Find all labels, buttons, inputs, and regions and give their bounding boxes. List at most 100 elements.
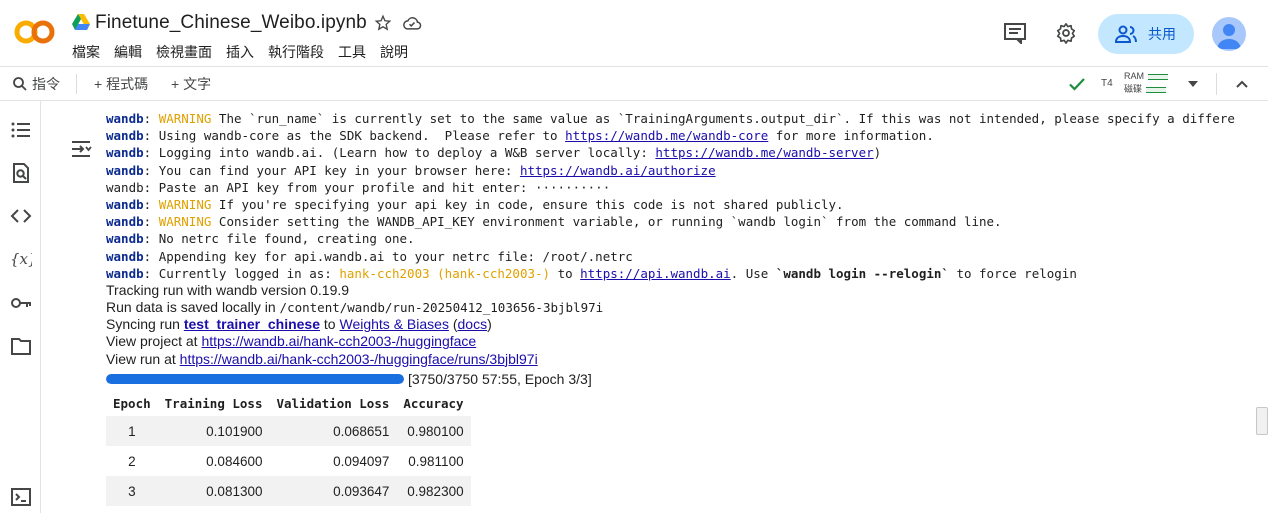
wandb-core-link[interactable]: https://wandb.me/wandb-core (565, 128, 768, 143)
log-line: wandb: Using wandb-core as the SDK backe… (106, 128, 934, 144)
metrics-table: Epoch Training Loss Validation Loss Accu… (106, 390, 471, 506)
scrollbar-thumb[interactable] (1256, 407, 1268, 435)
ram-usage-bar (1148, 73, 1168, 80)
terminal-icon[interactable] (10, 486, 32, 508)
log-line: wandb: You can find your API key in your… (106, 162, 716, 178)
folder-icon[interactable] (10, 335, 32, 357)
menu-insert[interactable]: 插入 (226, 42, 254, 62)
api-wandb-link[interactable]: https://api.wandb.ai (580, 266, 731, 281)
add-code-button[interactable]: + 程式碼 (94, 74, 148, 94)
log-line: wandb: Logging into wandb.ai. (Learn how… (106, 145, 882, 161)
chevron-up-icon[interactable] (1235, 77, 1249, 91)
progress-bar (106, 373, 404, 384)
left-sidebar: {x} (0, 101, 41, 513)
disk-usage-bar (1146, 86, 1167, 93)
command-palette-button[interactable]: 指令 (12, 74, 60, 94)
svg-text:{x}: {x} (10, 250, 32, 268)
search-icon (13, 77, 27, 91)
run-data-line: Run data is saved locally in /content/wa… (106, 299, 604, 316)
project-link[interactable]: https://wandb.ai/hank-cch2003-/huggingfa… (201, 333, 476, 349)
menu-tools[interactable]: 工具 (338, 42, 366, 62)
menu-runtime[interactable]: 執行階段 (268, 42, 324, 62)
command-label: 指令 (32, 76, 60, 92)
header-training-loss: Training Loss (164, 395, 263, 411)
log-line: wandb: Paste an API key from your profil… (106, 179, 611, 195)
find-icon[interactable] (10, 162, 32, 184)
comment-icon[interactable] (1003, 22, 1027, 44)
header-accuracy: Accuracy (403, 395, 464, 411)
table-of-contents-icon[interactable] (10, 119, 32, 141)
header-epoch: Epoch (113, 395, 151, 411)
add-text-button[interactable]: + 文字 (171, 74, 211, 94)
ram-label: RAM (1124, 71, 1144, 81)
run-link[interactable]: https://wandb.ai/hank-cch2003-/huggingfa… (180, 351, 538, 367)
menu-bar: 檔案 編輯 檢視畫面 插入 執行階段 工具 說明 (72, 42, 408, 62)
run-name-link[interactable]: test_trainer_chinese (184, 316, 320, 332)
log-line: wandb: WARNING Consider setting the WAND… (106, 214, 1002, 230)
gear-icon[interactable] (1055, 22, 1077, 44)
share-label: 共用 (1148, 26, 1176, 42)
cell-accuracy: 0.980100 (396, 416, 471, 446)
code-snippets-icon[interactable] (10, 205, 32, 227)
cell-validation-loss: 0.068651 (269, 416, 397, 446)
log-line: wandb: No netrc file found, creating one… (106, 231, 415, 247)
disk-label: 磁碟 (1124, 84, 1143, 94)
runtime-type[interactable]: T4 (1101, 78, 1113, 89)
log-line: wandb: WARNING If you're specifying your… (106, 196, 844, 212)
table-row: 2 0.084600 0.094097 0.981100 (106, 446, 471, 476)
share-button[interactable]: 共用 (1098, 14, 1194, 54)
training-progress: [3750/3750 57:55, Epoch 3/3] (106, 370, 592, 387)
notebook-toolbar: 指令 + 程式碼 + 文字 T4 RAM 磁碟 (0, 66, 1268, 101)
google-drive-icon (72, 14, 90, 30)
cell-accuracy: 0.981100 (408, 453, 464, 469)
avatar[interactable] (1212, 17, 1246, 51)
table-row: 1 0.101900 0.068651 0.980100 (106, 416, 471, 446)
view-run-line: View run at https://wandb.ai/hank-cch200… (106, 350, 538, 367)
resource-monitor[interactable]: RAM 磁碟 (1124, 70, 1174, 98)
cell-accuracy: 0.982300 (396, 476, 471, 506)
app-header: Finetune_Chinese_Weibo.ipynb 檔案 編輯 檢視畫面 … (0, 0, 1268, 66)
secrets-key-icon[interactable] (10, 292, 32, 314)
output-collapse-icon[interactable] (70, 139, 92, 159)
log-line: wandb: WARNING The `run_name` is current… (106, 111, 1235, 126)
cell-training-loss: 0.084600 (206, 453, 263, 469)
toolbar-divider (76, 74, 77, 94)
log-line: wandb: Appending key for api.wandb.ai to… (106, 248, 633, 264)
cell-validation-loss: 0.093647 (269, 476, 397, 506)
menu-file[interactable]: 檔案 (72, 42, 100, 62)
menu-edit[interactable]: 編輯 (114, 42, 142, 62)
cell-validation-loss: 0.094097 (333, 453, 390, 469)
syncing-line: Syncing run test_trainer_chinese to Weig… (106, 316, 492, 333)
docs-link[interactable]: docs (458, 316, 488, 332)
variables-icon[interactable]: {x} (10, 248, 32, 270)
wandb-server-link[interactable]: https://wandb.me/wandb-server (655, 145, 873, 160)
cloud-saved-icon[interactable] (402, 14, 422, 32)
progress-bar-fill (106, 373, 404, 384)
cell-epoch: 3 (106, 476, 158, 506)
table-row: 3 0.081300 0.093647 0.982300 (106, 476, 471, 506)
cell-training-loss: 0.101900 (157, 416, 270, 446)
people-icon (1114, 25, 1137, 43)
log-line-logged-in: wandb: Currently logged in as: hank-cch2… (106, 265, 1077, 281)
cell-output: wandb: WARNING The `run_name` is current… (42, 101, 1268, 513)
caret-down-icon[interactable] (1186, 79, 1200, 89)
avatar-person-icon (1217, 24, 1241, 49)
weights-biases-link[interactable]: Weights & Biases (339, 316, 448, 332)
table-header-row: Epoch Training Loss Validation Loss Accu… (106, 390, 471, 416)
log-output: wandb: WARNING The `run_name` is current… (106, 110, 1266, 368)
toolbar-divider-right (1216, 73, 1217, 95)
header-validation-loss: Validation Loss (276, 395, 390, 411)
cell-epoch: 1 (106, 416, 158, 446)
cell-epoch: 2 (128, 453, 136, 469)
star-icon[interactable] (374, 14, 392, 32)
progress-text: [3750/3750 57:55, Epoch 3/3] (408, 370, 592, 387)
authorize-link[interactable]: https://wandb.ai/authorize (520, 163, 716, 178)
tracking-line: Tracking run with wandb version 0.19.9 (106, 281, 350, 298)
menu-view[interactable]: 檢視畫面 (156, 42, 212, 62)
check-icon (1069, 78, 1085, 91)
notebook-title[interactable]: Finetune_Chinese_Weibo.ipynb (95, 12, 367, 34)
view-project-line: View project at https://wandb.ai/hank-cc… (106, 333, 477, 350)
menu-help[interactable]: 說明 (380, 42, 408, 62)
colab-logo[interactable] (14, 17, 56, 47)
cell-training-loss: 0.081300 (157, 476, 270, 506)
